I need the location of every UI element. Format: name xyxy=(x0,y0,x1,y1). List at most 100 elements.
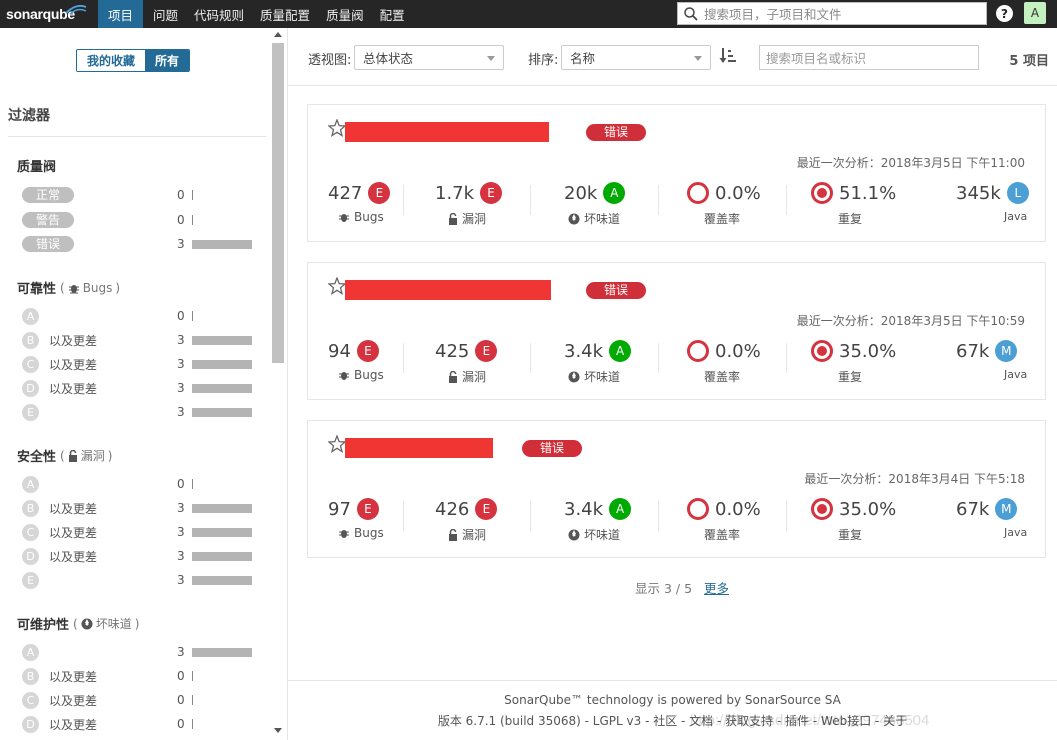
size-metric[interactable]: 345k L xyxy=(956,182,1029,204)
bugs-metric[interactable]: 94 E xyxy=(328,340,379,362)
facet-row-reliability-4[interactable]: E3 xyxy=(22,403,254,421)
star-icon[interactable] xyxy=(328,119,346,137)
bug-icon xyxy=(339,214,349,222)
facet-security-title: 安全性 ( 漏洞 ) xyxy=(17,446,112,466)
code-smells-metric[interactable]: 3.4k A xyxy=(564,340,632,362)
show-more-link[interactable]: 更多 xyxy=(704,581,729,596)
sidebar-scrollbar-thumb[interactable] xyxy=(272,43,284,363)
size-metric[interactable]: 67k M xyxy=(956,498,1018,520)
facet-row-maintainability-3[interactable]: D 以及更差 0 xyxy=(22,715,254,733)
duplications-icon xyxy=(811,340,833,362)
facet-subtitle-text: 漏洞 xyxy=(80,449,105,463)
star-icon[interactable] xyxy=(328,435,346,453)
rating-badge: E xyxy=(22,571,39,589)
rating-badge: A xyxy=(22,475,39,493)
project-search-input[interactable]: 搜索项目名或标识 xyxy=(759,45,979,70)
code-smells-metric[interactable]: 20k A xyxy=(564,182,626,204)
project-name-redacted[interactable] xyxy=(345,438,493,458)
bugs-label-text: Bugs xyxy=(354,368,384,382)
size-metric[interactable]: 67k M xyxy=(956,340,1018,362)
coverage-metric[interactable]: 0.0% xyxy=(687,340,761,362)
duplications-metric[interactable]: 35.0% xyxy=(811,498,896,520)
facet-bar xyxy=(192,311,193,321)
duplications-label: 重复 xyxy=(838,368,862,385)
code-smells-label: 坏味道 xyxy=(568,526,620,543)
facet-count: 3 xyxy=(177,573,185,587)
divider xyxy=(288,680,1057,681)
language-label: Java xyxy=(1004,210,1027,223)
sort-select[interactable]: 名称 xyxy=(561,45,711,70)
bugs-metric[interactable]: 427 E xyxy=(328,182,391,204)
facet-row-qg-error[interactable]: 错误 3 xyxy=(22,235,254,253)
code-smell-icon xyxy=(81,618,93,629)
facet-row-reliability-2[interactable]: C 以及更差 3 xyxy=(22,355,254,373)
facet-row-security-2[interactable]: C 以及更差 3 xyxy=(22,523,254,541)
user-avatar[interactable]: A xyxy=(1024,2,1046,24)
divider xyxy=(530,501,531,531)
facet-row-reliability-1[interactable]: B 以及更差 3 xyxy=(22,331,254,349)
code-smells-metric[interactable]: 3.4k A xyxy=(564,498,632,520)
coverage-metric[interactable]: 0.0% xyxy=(687,498,761,520)
perspective-select[interactable]: 总体状态 xyxy=(354,45,504,70)
facet-row-maintainability-0[interactable]: A3 xyxy=(22,643,254,661)
divider xyxy=(786,185,787,215)
vulnerabilities-metric[interactable]: 1.7k E xyxy=(435,182,503,204)
project-name-redacted[interactable] xyxy=(345,122,549,142)
nav-rules[interactable]: 代码规则 xyxy=(186,0,252,28)
facet-count: 0 xyxy=(177,188,185,202)
divider xyxy=(658,185,659,215)
global-search-input[interactable]: 搜索项目，子项目和文件 xyxy=(677,2,987,25)
sort-direction-icon[interactable] xyxy=(719,47,737,65)
facet-row-security-1[interactable]: B 以及更差 3 xyxy=(22,499,254,517)
rating-badge: A xyxy=(22,307,39,325)
code-smells-label-text: 坏味道 xyxy=(584,370,621,384)
facet-row-qg-warn[interactable]: 警告 0 xyxy=(22,211,254,229)
facet-bar xyxy=(192,503,252,513)
facet-count: 3 xyxy=(177,333,185,347)
lines-of-code-value: 345k xyxy=(956,182,1001,204)
facet-row-qg-passed[interactable]: 正常 0 xyxy=(22,186,254,204)
facet-row-reliability-0[interactable]: A0 xyxy=(22,307,254,325)
facet-row-reliability-3[interactable]: D 以及更差 3 xyxy=(22,379,254,397)
favorites-button[interactable]: 我的收藏 xyxy=(77,50,146,71)
nav-projects[interactable]: 项目 xyxy=(98,0,144,28)
duplications-metric[interactable]: 51.1% xyxy=(811,182,896,204)
coverage-metric[interactable]: 0.0% xyxy=(687,182,761,204)
vulnerabilities-metric[interactable]: 426 E xyxy=(435,498,498,520)
nav-quality-profiles[interactable]: 质量配置 xyxy=(252,0,318,28)
lock-icon xyxy=(449,370,457,383)
vulnerabilities-label: 漏洞 xyxy=(448,526,486,543)
bugs-metric[interactable]: 97 E xyxy=(328,498,379,520)
sonarqube-logo[interactable]: sonarqube xyxy=(0,0,98,28)
vulnerabilities-metric[interactable]: 425 E xyxy=(435,340,498,362)
coverage-label-text: 覆盖率 xyxy=(704,212,741,226)
rating-badge: E xyxy=(368,182,391,204)
vulnerabilities-label-text: 漏洞 xyxy=(462,370,487,384)
scroll-up-arrow-icon[interactable] xyxy=(274,32,282,37)
facet-worse-label: 以及更差 xyxy=(49,501,98,516)
facet-count: 3 xyxy=(177,357,185,371)
nav-administration[interactable]: 配置 xyxy=(372,0,413,28)
scroll-down-arrow-icon[interactable] xyxy=(274,728,282,733)
rating-badge: B xyxy=(22,499,39,517)
facet-row-security-0[interactable]: A0 xyxy=(22,475,254,493)
duplications-metric[interactable]: 35.0% xyxy=(811,340,896,362)
project-card: 错误 最近一次分析：2018年3月5日 下午11:00 427 E Bugs 1.7k E 漏… xyxy=(307,104,1046,242)
footer-links[interactable]: 版本 6.7.1 (build 35068) - LGPL v3 - 社区 - … xyxy=(288,712,1057,729)
project-name-redacted[interactable] xyxy=(345,280,551,300)
facet-row-maintainability-2[interactable]: C 以及更差 0 xyxy=(22,691,254,709)
bugs-label-text: Bugs xyxy=(354,526,384,540)
nav-quality-gates[interactable]: 质量阀 xyxy=(318,0,372,28)
facet-row-security-3[interactable]: D 以及更差 3 xyxy=(22,547,254,565)
star-icon[interactable] xyxy=(328,277,346,295)
nav-issues[interactable]: 问题 xyxy=(145,0,186,28)
facet-row-maintainability-1[interactable]: B 以及更差 0 xyxy=(22,667,254,685)
facet-maintainability-title: 可维护性 ( 坏味道 ) xyxy=(17,614,139,634)
facet-title-text: 可靠性 xyxy=(17,282,57,297)
facet-row-security-4[interactable]: E3 xyxy=(22,571,254,589)
help-icon[interactable]: ? xyxy=(996,5,1013,22)
divider xyxy=(403,501,404,531)
duplications-value: 35.0% xyxy=(839,340,897,362)
code-smells-label: 坏味道 xyxy=(568,368,620,385)
all-button[interactable]: 所有 xyxy=(145,50,190,71)
